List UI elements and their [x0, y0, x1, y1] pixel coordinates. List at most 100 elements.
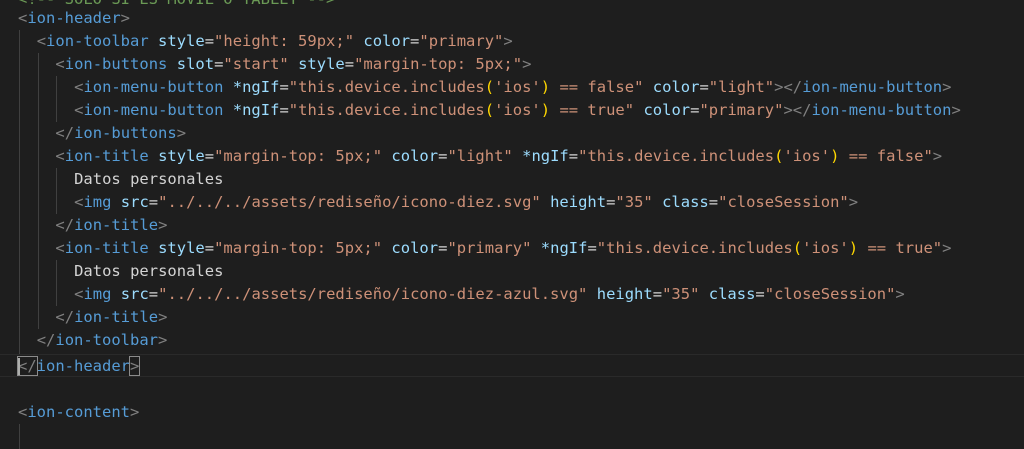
code-line-text: <ion-content>	[18, 401, 139, 424]
code-line-text: <img src="../../../assets/rediseño/icono…	[74, 283, 905, 306]
code-line[interactable]: </ion-toolbar>	[0, 329, 1024, 352]
code-token-br: >	[120, 9, 131, 27]
code-line[interactable]: <img src="../../../assets/rediseño/icono…	[0, 191, 1024, 214]
code-token-br: >	[848, 193, 859, 211]
code-token-str: "light"	[447, 147, 513, 165]
code-token-attr: color	[643, 101, 691, 119]
code-token-t	[643, 78, 652, 96]
code-token-t: =	[279, 101, 289, 119]
code-token-tag: ion-content	[27, 403, 130, 421]
code-token-paren: (	[484, 78, 495, 96]
code-token-t: =	[708, 193, 719, 211]
code-token-br: </	[55, 308, 75, 326]
code-line[interactable]: <ion-menu-button *ngIf="this.device.incl…	[0, 76, 1024, 99]
code-token-t	[653, 193, 662, 211]
code-token-attr: style	[298, 55, 345, 73]
code-token-str: "this.device.includes	[596, 239, 793, 257]
code-line[interactable]: </ion-header>	[0, 354, 1024, 377]
indent-guide	[56, 76, 58, 122]
code-token-str: == false"	[839, 147, 933, 165]
code-token-t: =	[214, 55, 224, 73]
code-token-br: >	[522, 55, 532, 73]
code-token-tag: ion-title	[74, 308, 159, 326]
code-line-text: <ion-header>	[18, 7, 130, 30]
code-line[interactable]: </ion-title>	[0, 306, 1024, 329]
code-line[interactable]	[0, 378, 1024, 401]
code-token-t: =	[587, 239, 597, 257]
code-token-t	[513, 147, 522, 165]
code-line-text: Datos personales	[74, 168, 223, 191]
code-token-attr: src	[120, 285, 149, 303]
code-token-br: </	[55, 124, 75, 142]
code-token-br: <	[36, 32, 47, 50]
code-line[interactable]: <ion-buttons slot="start" style="margin-…	[0, 53, 1024, 76]
code-token-t: =	[344, 55, 355, 73]
code-token-br: >	[932, 147, 943, 165]
code-token-br: >	[942, 78, 952, 96]
code-line-text: </ion-header>	[17, 355, 141, 378]
indent-guide	[19, 30, 20, 354]
code-line[interactable]: <ion-content>	[0, 401, 1024, 424]
code-token-str: "primary"	[699, 101, 784, 119]
code-line[interactable]: </ion-buttons>	[0, 122, 1024, 145]
code-line-text: </ion-buttons>	[55, 122, 186, 145]
indent-guide	[19, 424, 20, 449]
code-line[interactable]: <img src="../../../assets/rediseño/icono…	[0, 283, 1024, 306]
code-token-attr: height	[596, 285, 653, 303]
code-token-attr: color	[363, 32, 411, 50]
code-editor[interactable]: <!-- SOLO SI ES MOVIL O TABLET --><ion-h…	[0, 0, 1024, 449]
code-line[interactable]: <ion-menu-button *ngIf="this.device.incl…	[0, 99, 1024, 122]
code-token-br: >	[158, 308, 168, 326]
code-token-str: == false"	[550, 78, 644, 96]
code-token-str: "primary"	[447, 239, 532, 257]
code-line-text: </ion-toolbar>	[37, 329, 168, 352]
code-token-t	[699, 285, 708, 303]
code-token-t	[531, 239, 540, 257]
code-token-str: "../../../assets/rediseño/icono-diez-azu…	[158, 285, 588, 303]
code-token-t: =	[652, 285, 663, 303]
code-token-tag: ion-menu-button	[83, 78, 224, 96]
code-token-t	[167, 55, 176, 73]
code-token-t: =	[148, 193, 159, 211]
code-token-tag: ion-header	[36, 357, 130, 375]
code-token-attr: style	[158, 239, 205, 257]
code-token-br: </	[55, 216, 75, 234]
code-token-t: =	[699, 78, 709, 96]
code-token-t	[149, 32, 158, 50]
code-line-text: <ion-menu-button *ngIf="this.device.incl…	[74, 99, 961, 122]
code-token-tag: ion-toolbar	[46, 32, 149, 50]
code-line[interactable]: <ion-title style="margin-top: 5px;" colo…	[0, 145, 1024, 168]
code-token-str: "this.device.includes	[578, 147, 775, 165]
code-token-t: =	[204, 239, 215, 257]
code-token-t: =	[755, 285, 765, 303]
code-line[interactable]: Datos personales	[0, 260, 1024, 283]
code-token-str: 'ios'	[783, 147, 831, 165]
code-token-tag: ion-menu-button	[802, 78, 943, 96]
code-token-paren: (	[484, 101, 495, 119]
code-line[interactable]: <ion-header>	[0, 7, 1024, 30]
code-token-str: "start"	[223, 55, 289, 73]
code-token-t	[587, 285, 596, 303]
code-token-str: "this.device.includes	[288, 78, 485, 96]
code-line-text: <ion-buttons slot="start" style="margin-…	[55, 53, 531, 76]
code-token-str: "margin-top: 5px;"	[214, 239, 383, 257]
code-token-br: >	[176, 124, 187, 142]
code-token-t: Datos personales	[74, 262, 224, 280]
code-token-br: ></	[774, 78, 803, 96]
code-token-t: =	[568, 147, 579, 165]
code-token-t: =	[279, 78, 289, 96]
code-token-str: "this.device.includes	[288, 101, 485, 119]
code-token-str: "margin-top: 5px;"	[354, 55, 523, 73]
code-line-text: <ion-menu-button *ngIf="this.device.incl…	[74, 76, 951, 99]
code-token-t	[223, 78, 232, 96]
code-line[interactable]: Datos personales	[0, 168, 1024, 191]
code-line[interactable]: </ion-title>	[0, 214, 1024, 237]
code-line-text: <ion-toolbar style="height: 59px;" color…	[37, 30, 513, 53]
code-line-text: <ion-title style="margin-top: 5px;" colo…	[55, 145, 942, 168]
indent-guide	[37, 53, 39, 329]
text-cursor	[18, 358, 20, 375]
code-line[interactable]: <ion-toolbar style="height: 59px;" color…	[0, 30, 1024, 53]
code-token-bm: >	[128, 356, 141, 376]
code-token-str: "light"	[708, 78, 775, 96]
code-line[interactable]: <ion-title style="margin-top: 5px;" colo…	[0, 237, 1024, 260]
